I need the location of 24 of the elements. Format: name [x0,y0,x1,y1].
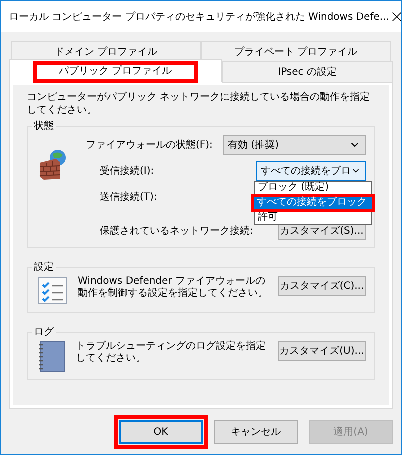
description-text: コンピューターがパブリック ネットワークに接続している場合の動作を指定してください。 [27,91,372,117]
checklist-icon [38,276,68,306]
field-label: 送信接続(T): [100,190,158,204]
field-label: 受信接続(I): [100,164,154,178]
tab[interactable]: パブリック プロファイル [9,59,222,82]
group-description: トラブルシューティングのログ設定を指定してください。 [76,341,267,365]
firewall-state-dropdown[interactable]: 有効 (推奨) [223,135,366,155]
dialog-button[interactable]: キャンセル [214,420,298,444]
customize-button[interactable]: カスタマイズ(U)... [278,341,366,361]
customize-button[interactable]: カスタマイズ(C)... [278,276,366,296]
tab[interactable]: プライベート プロファイル [201,41,391,63]
inbound-dropdown[interactable]: すべての接続をブロ [256,161,366,181]
group-title: 設定 [33,260,55,274]
group-title: 状態 [33,120,55,133]
group-title: ログ [33,326,55,339]
field-label: ファイアウォールの状態(F): [86,138,213,152]
tab[interactable]: IPsec の設定 [222,61,393,83]
window-title: ローカル コンピューター プロパティのセキュリティが強化された Windows Defe... [9,10,390,24]
group-description: Windows Defender ファイアウォールの動作を制御する設定を指定してください。 [78,276,268,300]
highlight-frame: パブリック プロファイル [32,61,198,83]
field-label: 保護されているネットワーク接続: [100,224,254,238]
notebook-icon [38,341,66,373]
dialog-button[interactable]: OK [119,420,203,444]
dropdown-option[interactable]: すべての接続をブロック [251,194,375,212]
